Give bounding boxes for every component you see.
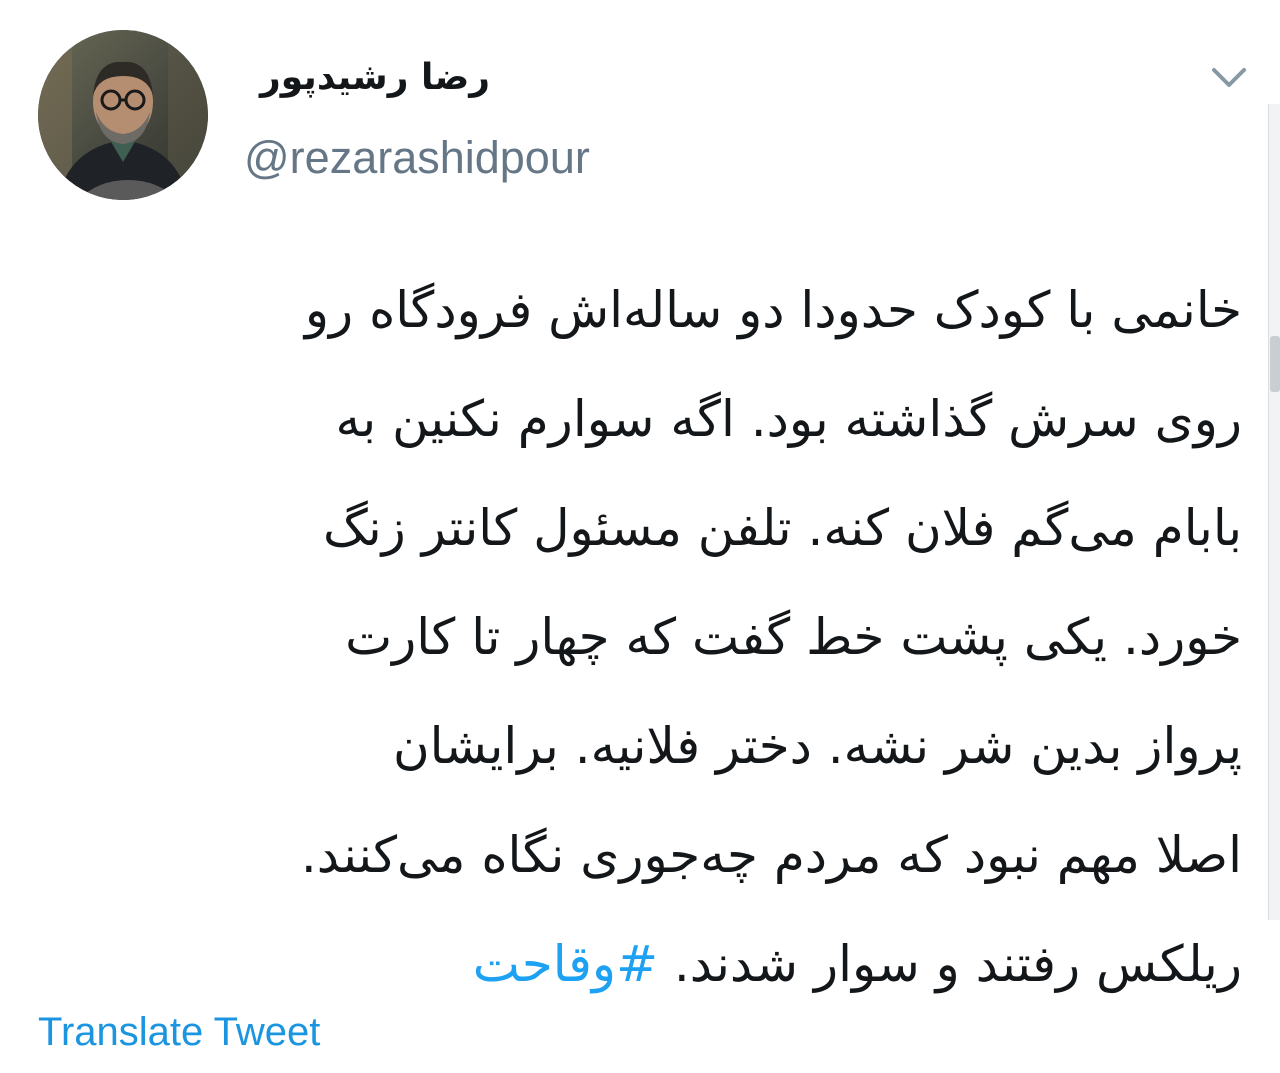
chevron-down-icon[interactable] (1206, 60, 1252, 98)
tweet-text-last-line: ریلکس رفتند و سوار شدند. #وقاحت (40, 910, 1242, 1019)
tweet-text: خانمی با کودک حدودا دو ساله‌اش فرودگاه ر… (40, 256, 1242, 1019)
profile-photo-icon (38, 30, 208, 200)
scrollbar-track[interactable] (1268, 104, 1280, 920)
hashtag-link[interactable]: #وقاحت (473, 935, 658, 993)
scrollbar-thumb[interactable] (1270, 336, 1280, 392)
tweet-text-line: بابام می‌گم فلان کنه. تلفن مسئول کانتر ز… (323, 499, 1242, 557)
tweet-text-line: خورد. یکی پشت خط گفت که چهار تا کارت (345, 608, 1242, 666)
author-handle[interactable]: @rezarashidpour (244, 132, 590, 184)
avatar[interactable] (38, 30, 208, 200)
tweet-text-line: ریلکس رفتند و سوار شدند. (673, 935, 1242, 993)
author-display-name[interactable]: رضا رشیدپور (240, 54, 490, 102)
translate-tweet-link[interactable]: Translate Tweet (38, 1006, 320, 1058)
tweet-text-line: پرواز بدین شر نشه. دختر فلانیه. برایشان (392, 717, 1242, 775)
tweet-text-line: اصلا مهم نبود که مردم چه‌جوری نگاه می‌کن… (300, 826, 1242, 884)
tweet-card: رضا رشیدپور @rezarashidpour خانمی با کود… (0, 0, 1280, 1073)
tweet-text-line: خانمی با کودک حدودا دو ساله‌اش فرودگاه ر… (304, 281, 1242, 339)
tweet-text-line: روی سرش گذاشته بود. اگه سوارم نکنین به (335, 390, 1242, 448)
